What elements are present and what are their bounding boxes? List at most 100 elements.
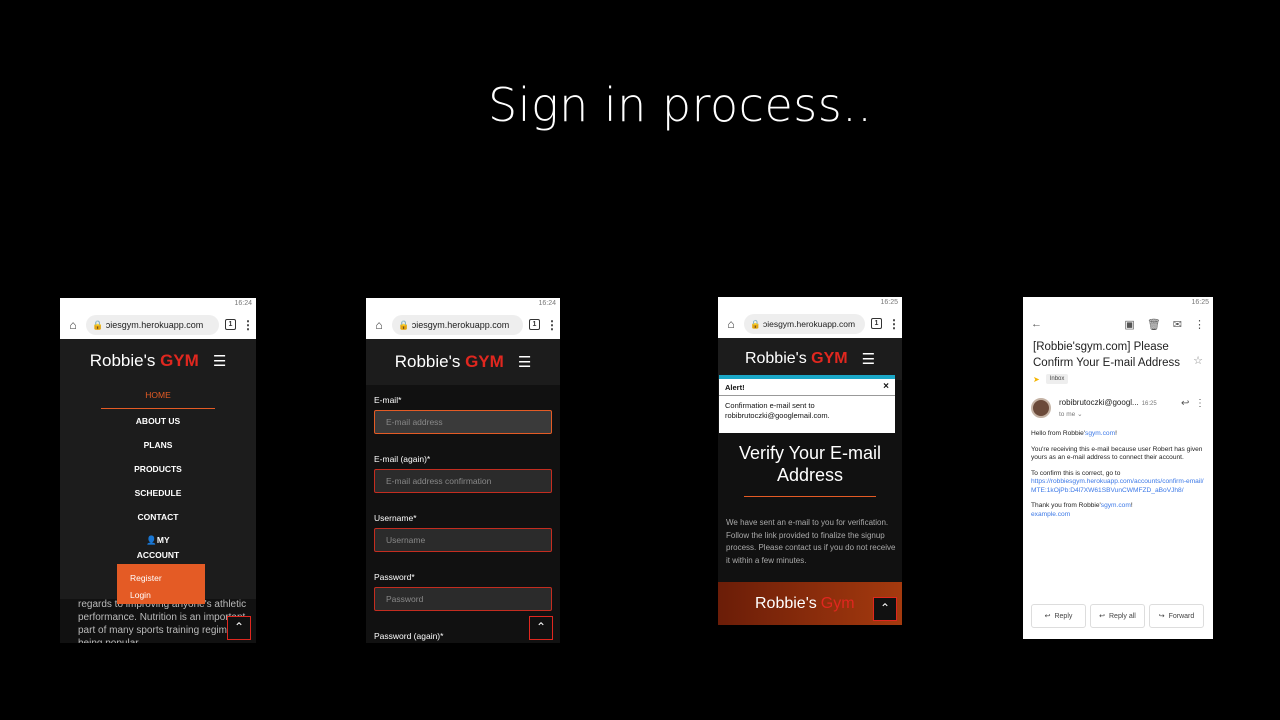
email-label: E-mail* [374,395,402,405]
nav-item-schedule[interactable]: SCHEDULE [60,481,256,505]
email-subject: [Robbie'sgym.com] Please Confirm Your E-… [1023,339,1203,371]
trash-icon[interactable]: 🗑 [1147,318,1161,331]
nav-item-contact[interactable]: CONTACT [60,505,256,529]
username-field[interactable]: Username [374,528,552,552]
verify-heading: Verify Your E-mail Address [738,443,882,485]
home-icon[interactable]: ⌂ [372,318,386,332]
password-again-label: Password (again)* [374,631,444,641]
greeting-suffix: ! [1115,430,1117,437]
message-actions: ↩ ⋮ [1181,398,1205,409]
status-bar: 16:25 [718,297,902,309]
close-icon[interactable]: × [883,381,889,392]
scroll-to-top-button[interactable]: ⌃ [227,616,251,640]
nav-item-account[interactable]: 👤MY ACCOUNT [60,529,256,563]
back-arrow-icon[interactable]: ← [1031,318,1042,330]
thanks-link[interactable]: sgym.com [1101,502,1131,509]
mail-icon[interactable]: ✉ [1173,318,1182,331]
site-header: Robbie's GYM ☰ [366,339,560,385]
account-label-2: ACCOUNT [136,550,180,560]
brand-suffix: GYM [160,351,199,370]
email-action-buttons: ↩ Reply ↩ Reply all ↪ Forward [1031,604,1204,628]
alert-title: Alert! [725,383,745,392]
reply-all-label: Reply all [1109,612,1136,620]
dropdown-item-login[interactable]: Login [130,587,205,604]
greeting-link[interactable]: sgym.com [1085,430,1115,437]
status-bar: 16:25 [1023,297,1213,309]
thanks-text: Thank you from Robbie' [1031,502,1101,509]
reply-icon[interactable]: ↩ [1181,398,1189,409]
alert-header: Alert! × [719,379,895,396]
brand-prefix: Robbie's [744,350,807,367]
hamburger-menu-icon[interactable]: ☰ [518,353,531,371]
more-menu-icon[interactable]: ⋮ [1195,398,1205,409]
email-confirm-field[interactable]: E-mail address confirmation [374,469,552,493]
forward-button[interactable]: ↪ Forward [1149,604,1204,628]
footer-link[interactable]: example.com [1031,511,1070,518]
browser-url-bar: ⌂ 🔒 ɔiesgym.herokuapp.com 1 ⋮ [718,309,902,338]
nav-item-about[interactable]: ABOUT US [60,409,256,433]
brand-logo[interactable]: Robbie's GYM [745,350,848,368]
sender-row: robibrutoczki@googl... 16:25 to me ⌄ ↩ ⋮ [1023,384,1213,418]
more-menu-icon[interactable]: ⋮ [242,318,254,332]
chevron-up-icon: ⌃ [233,620,245,634]
brand-suffix: GYM [465,352,504,371]
username-label: Username* [374,513,417,523]
brand-logo[interactable]: Robbie's GYM [90,351,199,371]
tabs-icon[interactable]: 1 [871,318,882,329]
email-body: Hello from Robbie'sgym.com! You're recei… [1023,418,1213,519]
more-menu-icon[interactable]: ⋮ [546,318,558,332]
slide-title: Sign in process.. [488,78,873,132]
hamburger-menu-icon[interactable]: ☰ [213,352,226,370]
status-time: 16:24 [234,300,252,307]
signup-form: E-mail* E-mail address E-mail (again)* E… [366,385,560,641]
scroll-to-top-button[interactable]: ⌃ [529,616,553,640]
reply-label: Reply [1054,612,1073,620]
chevron-up-icon: ⌃ [535,620,547,634]
reply-button[interactable]: ↩ Reply [1031,604,1086,628]
recipient-dropdown[interactable]: to me ⌄ [1059,410,1157,418]
phone-screenshot-menu: 16:24 ⌂ 🔒 ɔiesgym.herokuapp.com 1 ⋮ Robb… [60,298,256,643]
important-icon[interactable]: ➤ [1033,375,1040,384]
star-icon[interactable]: ☆ [1193,353,1203,369]
archive-icon[interactable]: ▣ [1124,318,1134,331]
home-icon[interactable]: ⌂ [724,317,738,331]
site-header: Robbie's GYM ☰ [718,338,902,380]
password-field[interactable]: Password [374,587,552,611]
status-time: 16:25 [880,299,898,306]
alert-message-line2: robibrutoczki@googlemail.com. [725,411,830,420]
forward-icon: ↪ [1158,613,1165,620]
inbox-tag[interactable]: Inbox [1045,374,1069,384]
brand-logo[interactable]: Robbie's GYM [395,352,504,372]
alert-message: Confirmation e-mail sent to robibrutoczk… [719,396,895,426]
home-icon[interactable]: ⌂ [66,318,80,332]
more-menu-icon[interactable]: ⋮ [888,317,900,331]
reply-all-icon: ↩ [1099,613,1105,620]
nav-item-products[interactable]: PRODUCTS [60,457,256,481]
tabs-icon[interactable]: 1 [529,319,540,330]
email-toolbar: ← ▣ 🗑 ✉ ⋮ [1023,309,1213,339]
email-labels: ➤ Inbox [1023,371,1213,384]
confirm-link[interactable]: https://robbiesgym.herokuapp.com/account… [1031,478,1204,494]
nav-item-home[interactable]: HOME [60,383,256,407]
chevron-down-icon: ⌄ [1077,411,1083,418]
dropdown-item-register[interactable]: Register [130,570,205,587]
nav-item-plans[interactable]: PLANS [60,433,256,457]
scroll-to-top-button[interactable]: ⌃ [873,597,897,621]
tabs-icon[interactable]: 1 [225,319,236,330]
account-dropdown: Register Login [117,564,205,604]
url-field[interactable]: 🔒 ɔiesgym.herokuapp.com [744,313,865,334]
footer-brand-prefix: Robbie's [755,594,817,612]
status-time: 16:25 [1191,299,1209,306]
url-field[interactable]: 🔒 ɔiesgym.herokuapp.com [392,314,523,335]
url-field[interactable]: 🔒 ɔiesgym.herokuapp.com [86,314,219,335]
account-label-1: MY [156,535,170,545]
avatar[interactable] [1031,398,1051,418]
email-field[interactable]: E-mail address [374,410,552,434]
alert-box: Alert! × Confirmation e-mail sent to rob… [719,375,895,433]
email-time: 16:25 [1141,401,1157,407]
email-again-label: E-mail (again)* [374,454,431,464]
more-menu-icon[interactable]: ⋮ [1194,318,1205,331]
reply-all-button[interactable]: ↩ Reply all [1090,604,1145,628]
brand-prefix: Robbie's [394,352,461,371]
hamburger-menu-icon[interactable]: ☰ [862,350,875,368]
